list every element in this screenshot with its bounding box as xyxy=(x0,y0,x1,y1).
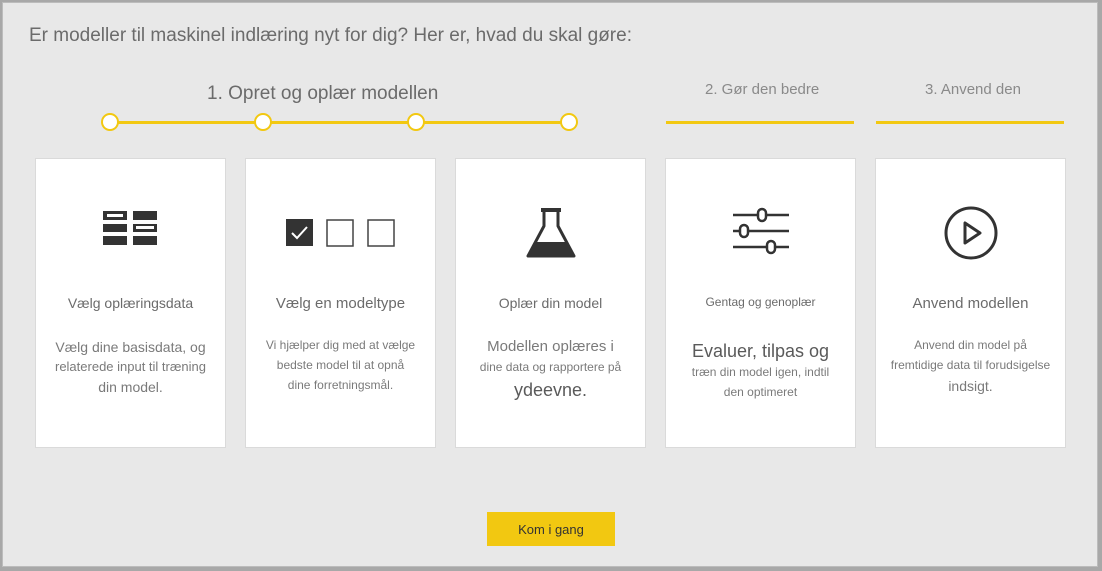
card-title: Vælg oplæringsdata xyxy=(67,295,194,311)
card-description: Anvend din model på fremtidige data til … xyxy=(880,335,1061,397)
card-description: Vælg dine basisdata, og relaterede input… xyxy=(48,337,213,397)
card-select-training-data: Vælg oplæringsdata Vælg dine basisdata, … xyxy=(35,158,226,448)
card-desc-line: Evaluer, tilpas og xyxy=(691,341,830,361)
step-1-progress-line xyxy=(111,121,571,124)
step-dot-1 xyxy=(101,113,119,131)
step-3-progress-line xyxy=(876,121,1064,124)
card-title: Gentag og genoplær xyxy=(705,295,816,309)
card-desc-line: indsigt. xyxy=(948,378,993,394)
checkboxes-icon xyxy=(246,203,435,263)
card-desc-line: din model. xyxy=(98,379,163,395)
card-desc-line: ydeevne. xyxy=(513,380,588,400)
card-description: Vi hjælper dig med at vælge bedste model… xyxy=(258,335,423,395)
card-desc-line: fremtidige data til forudsigelse xyxy=(890,358,1051,372)
step-3-title: 3. Anvend den xyxy=(925,81,1021,98)
card-desc-line: bedste model til at opnå xyxy=(276,358,405,372)
card-title: Oplær din model xyxy=(498,295,603,311)
card-train-model: Oplær din model Modellen oplæres i dine … xyxy=(455,158,646,448)
card-title: Anvend modellen xyxy=(912,295,1029,312)
play-circle-icon xyxy=(876,203,1065,263)
card-desc-line: træn din model igen, indtil xyxy=(691,365,830,379)
step-1-title: 1. Opret og oplær modellen xyxy=(207,83,439,104)
card-desc-line: Anvend din model på xyxy=(914,338,1027,352)
card-description: Evaluer, tilpas og træn din model igen, … xyxy=(678,339,843,403)
card-iterate-retrain: Gentag og genoplær Evaluer, tilpas og tr… xyxy=(665,158,856,448)
step-dot-3 xyxy=(407,113,425,131)
card-desc-line: den optimeret xyxy=(723,385,798,399)
get-started-button[interactable]: Kom i gang xyxy=(487,512,615,546)
card-desc-line: dine forretningsmål. xyxy=(287,378,394,392)
dialog: Er modeller til maskinel indlæring nyt f… xyxy=(2,2,1098,567)
card-title: Vælg en modeltype xyxy=(275,295,406,312)
table-data-icon xyxy=(36,203,225,263)
card-desc-line: Modellen oplæres i xyxy=(487,338,614,355)
step-2-title: 2. Gør den bedre xyxy=(705,81,820,98)
card-description: Modellen oplæres i dine data og rapporte… xyxy=(468,337,633,403)
flask-icon xyxy=(456,203,645,263)
card-desc-line: dine data og rapportere på xyxy=(479,360,622,374)
step-dot-2 xyxy=(254,113,272,131)
card-desc-line: Vælg dine basisdata, og xyxy=(55,339,206,355)
step-dot-4 xyxy=(560,113,578,131)
sliders-icon xyxy=(666,203,855,263)
card-apply-model: Anvend modellen Anvend din model på frem… xyxy=(875,158,1066,448)
card-select-model-type: Vælg en modeltype Vi hjælper dig med at … xyxy=(245,158,436,448)
card-desc-line: Vi hjælper dig med at vælge xyxy=(265,338,416,352)
step-2-progress-line xyxy=(666,121,854,124)
card-desc-line: relaterede input til træning xyxy=(54,359,207,374)
page-title: Er modeller til maskinel indlæring nyt f… xyxy=(29,25,632,46)
